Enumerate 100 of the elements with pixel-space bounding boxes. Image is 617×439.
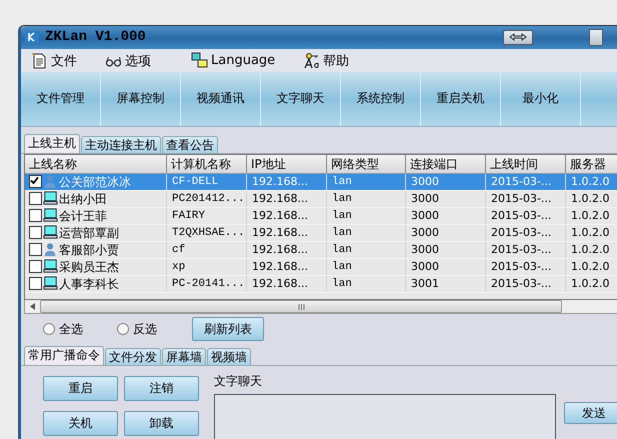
table-row[interactable]: 人事李科长 PC-20141... 192.168... lan 3001 2015-03-... 1.0.2.0: [25, 276, 617, 293]
table-cell: 192.168...: [247, 190, 327, 207]
checkbox[interactable]: [29, 226, 42, 240]
tab[interactable]: 常用广播命令: [24, 346, 104, 366]
refresh-button[interactable]: 刷新列表: [192, 317, 264, 342]
table-cell: 2015-03-...: [486, 258, 566, 275]
column-header[interactable]: 计算机名称: [167, 154, 247, 173]
table-cell: 3000: [406, 174, 486, 190]
checkbox[interactable]: [29, 175, 42, 188]
table-cell: 采购员王杰: [59, 258, 119, 275]
table-cell: lan: [327, 242, 406, 258]
menu-item[interactable]: Language: [191, 52, 276, 70]
table-cell: 出纳小田: [59, 190, 107, 207]
chat-label: 文字聊天: [214, 373, 263, 390]
scroll-thumb[interactable]: [40, 300, 562, 314]
table-cell: 1.0.2.0: [566, 174, 617, 190]
table-cell: FAIRY: [167, 208, 247, 224]
horizontal-scrollbar[interactable]: [24, 300, 617, 314]
table-cell: 2015-03-...: [486, 224, 566, 241]
toolbar-button[interactable]: 屏幕控制: [101, 72, 181, 126]
table-cell: 会计王菲: [59, 208, 107, 224]
computer-icon: [43, 225, 58, 240]
table-row[interactable]: 出纳小田 PC201412... 192.168... lan 3000 2015-03-... 1.0.2.0: [25, 190, 617, 208]
grip-icon: [298, 304, 304, 310]
command-button[interactable]: 重启: [43, 376, 118, 402]
column-header[interactable]: 上线名称: [25, 154, 167, 173]
radio-button[interactable]: [117, 323, 129, 336]
tab[interactable]: 视频墙: [207, 348, 251, 366]
double-arrow-icon: [509, 33, 527, 42]
checkbox[interactable]: [29, 209, 42, 222]
computer-icon: [43, 208, 58, 224]
menu-item[interactable]: 文件: [31, 52, 77, 70]
table-cell: 1.0.2.0: [566, 242, 617, 258]
menu-item[interactable]: 选项: [105, 52, 151, 70]
checkbox[interactable]: [29, 192, 42, 206]
radio-label[interactable]: 全选: [59, 320, 83, 338]
table-row[interactable]: 会计王菲 FAIRY 192.168... lan 3000 2015-03-... 1.0.2.0: [25, 208, 617, 225]
computer-icon: [43, 191, 58, 206]
table-cell: cf: [167, 242, 247, 258]
command-button[interactable]: 关机: [43, 411, 118, 436]
window-title: ZKLan V1.000: [45, 29, 146, 46]
radio-button[interactable]: [43, 323, 55, 336]
toolbar-button[interactable]: 文字聊天: [261, 72, 341, 126]
table-cell: 运营部覃副: [59, 224, 119, 241]
table-cell: 1.0.2.0: [566, 190, 617, 207]
send-button[interactable]: 发送: [564, 402, 617, 424]
tab[interactable]: 上线主机: [24, 134, 80, 153]
radio-label[interactable]: 反选: [133, 320, 157, 338]
checkbox[interactable]: [29, 260, 42, 274]
table-cell: 192.168...: [247, 208, 327, 224]
menu-item[interactable]: 帮助: [303, 52, 350, 70]
table-cell: 人事李科长: [59, 276, 119, 292]
windows-icon: [191, 52, 208, 70]
table-cell: 2015-03-...: [486, 242, 566, 258]
table-cell: 2015-03-...: [486, 190, 566, 207]
table-row[interactable]: 采购员王杰 xp 192.168... lan 3000 2015-03-... 1.0.2.0: [25, 258, 617, 276]
table-cell: 3001: [406, 276, 486, 292]
table-cell: 192.168...: [247, 276, 327, 292]
command-button[interactable]: 卸载: [124, 411, 199, 436]
toolbar-button[interactable]: 重启关机: [421, 72, 501, 126]
column-header[interactable]: 上线时间: [486, 154, 566, 173]
table-cell: PC-20141...: [167, 276, 247, 292]
table-cell: 192.168...: [247, 258, 327, 275]
tab[interactable]: 主动连接主机: [81, 136, 161, 153]
table-cell: lan: [327, 190, 406, 207]
column-header[interactable]: 服务器: [566, 154, 617, 173]
command-button[interactable]: 注销: [124, 376, 199, 402]
column-header[interactable]: 网络类型: [327, 154, 406, 173]
table-cell: 2015-03-...: [486, 276, 566, 292]
table-cell: 1.0.2.0: [566, 208, 617, 224]
table-cell: 公关部范冰冰: [59, 174, 131, 190]
table-cell: 2015-03-...: [486, 174, 566, 190]
table-cell: T2QXHSAE...: [167, 224, 247, 241]
table-cell: 3000: [406, 208, 486, 224]
table-cell: lan: [327, 174, 406, 190]
tab[interactable]: 查看公告: [162, 136, 218, 153]
column-header[interactable]: IP地址: [247, 154, 327, 173]
checkbox[interactable]: [29, 277, 42, 290]
chat-input[interactable]: [214, 394, 556, 439]
computer-icon: [43, 276, 58, 292]
tab[interactable]: 文件分发: [105, 348, 161, 366]
table-cell: lan: [327, 276, 406, 292]
table-cell: 客服部小贾: [59, 242, 119, 258]
table-cell: CF-DELL: [167, 174, 247, 190]
toolbar-button[interactable]: 系统控制: [341, 72, 421, 126]
restore-button[interactable]: [503, 30, 533, 45]
table-row[interactable]: 客服部小贾 cf 192.168... lan 3000 2015-03-... 1.0.2.0: [25, 242, 617, 259]
column-header[interactable]: 连接端口: [406, 154, 486, 173]
scroll-left-icon[interactable]: [30, 303, 35, 310]
minimize-button[interactable]: [589, 28, 603, 46]
table-cell: xp: [167, 258, 247, 275]
tab[interactable]: 屏幕墙: [162, 348, 206, 366]
toolbar-button[interactable]: 文件管理: [21, 72, 101, 126]
toolbar-button[interactable]: 视频通讯: [181, 72, 261, 126]
person-icon: [43, 174, 58, 190]
table-row[interactable]: 运营部覃副 T2QXHSAE... 192.168... lan 3000 2015-03-... 1.0.2.0: [25, 224, 617, 242]
checkbox[interactable]: [29, 243, 42, 256]
toolbar-button[interactable]: 最小化: [501, 72, 581, 126]
table-cell: lan: [327, 258, 406, 275]
table-cell: 3000: [406, 224, 486, 241]
